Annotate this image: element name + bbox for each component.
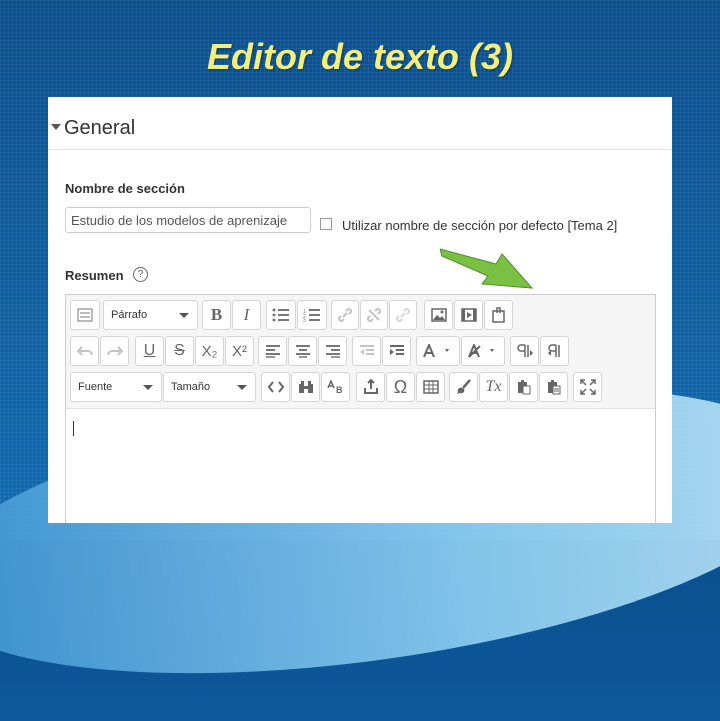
subscript-button[interactable]: X₂ — [195, 336, 224, 366]
indent-icon[interactable] — [382, 336, 411, 366]
image-icon[interactable] — [424, 300, 453, 330]
insert-char-icon[interactable] — [356, 372, 385, 402]
fullscreen-icon[interactable] — [573, 372, 602, 402]
summary-label: Resumen — [65, 268, 124, 283]
undo-icon[interactable] — [70, 336, 99, 366]
ltr-icon[interactable] — [510, 336, 539, 366]
numbered-list-icon[interactable]: 123 — [297, 300, 327, 330]
redo-icon[interactable] — [100, 336, 129, 366]
italic-button[interactable]: I — [232, 300, 261, 330]
link-icon[interactable] — [331, 300, 359, 330]
general-header[interactable]: General — [48, 97, 672, 150]
manage-files-icon[interactable] — [484, 300, 513, 330]
pointer-arrow-icon — [440, 248, 534, 289]
editor-toolbar: Párrafo B I 123 U S X₂ X² Fuente Tamaño … — [66, 295, 655, 409]
strikethrough-button[interactable]: S — [165, 336, 194, 366]
chevron-down-icon — [143, 385, 153, 390]
bold-button[interactable]: B — [202, 300, 231, 330]
omega-button[interactable]: Ω — [386, 372, 415, 402]
html-code-icon[interactable] — [261, 372, 290, 402]
find-replace-icon[interactable] — [291, 372, 320, 402]
general-title: General — [64, 117, 136, 139]
background-color-icon[interactable] — [461, 336, 505, 366]
toolbar-toggle-icon[interactable] — [70, 300, 100, 330]
format-select[interactable]: Párrafo — [103, 300, 198, 330]
font-select-value: Fuente — [78, 381, 113, 393]
section-name-label: Nombre de sección — [65, 181, 185, 196]
align-center-icon[interactable] — [288, 336, 317, 366]
section-name-input[interactable]: Estudio de los modelos de aprenizaje — [65, 207, 311, 233]
rtl-icon[interactable] — [540, 336, 569, 366]
format-select-value: Párrafo — [111, 309, 148, 321]
font-select[interactable]: Fuente — [70, 372, 162, 402]
paint-brush-icon[interactable] — [449, 372, 478, 402]
default-name-label: Utilizar nombre de sección por defecto [… — [342, 218, 618, 233]
outdent-icon[interactable] — [352, 336, 381, 366]
align-right-icon[interactable] — [318, 336, 347, 366]
moodle-section-panel: General Nombre de sección Estudio de los… — [48, 97, 672, 523]
table-icon[interactable] — [416, 372, 445, 402]
paste-text-icon[interactable] — [509, 372, 538, 402]
svg-text:3: 3 — [303, 318, 306, 322]
chevron-down-icon — [237, 385, 247, 390]
svg-text:B: B — [336, 385, 343, 394]
underline-button[interactable]: U — [135, 336, 164, 366]
slide-title: Editor de texto (3) — [206, 36, 514, 77]
paste-word-icon[interactable] — [539, 372, 568, 402]
bullet-list-icon[interactable] — [266, 300, 296, 330]
text-cursor — [73, 421, 74, 436]
help-icon[interactable]: ? — [133, 267, 148, 282]
media-icon[interactable] — [454, 300, 483, 330]
spellcheck-icon[interactable]: B — [321, 372, 350, 402]
size-select-value: Tamaño — [171, 381, 211, 393]
anchor-link-icon[interactable] — [389, 300, 417, 330]
text-color-icon[interactable] — [416, 336, 460, 366]
editor-content-area[interactable] — [66, 409, 655, 523]
collapse-caret-icon[interactable] — [51, 124, 61, 130]
clear-format-button[interactable]: Tx — [479, 372, 508, 402]
superscript-button[interactable]: X² — [225, 336, 254, 366]
chevron-down-icon — [179, 313, 189, 318]
size-select[interactable]: Tamaño — [163, 372, 256, 402]
unlink-icon[interactable] — [360, 300, 388, 330]
default-name-checkbox[interactable] — [320, 218, 332, 230]
align-left-icon[interactable] — [258, 336, 287, 366]
text-editor: Párrafo B I 123 U S X₂ X² Fuente Tamaño … — [65, 294, 656, 523]
